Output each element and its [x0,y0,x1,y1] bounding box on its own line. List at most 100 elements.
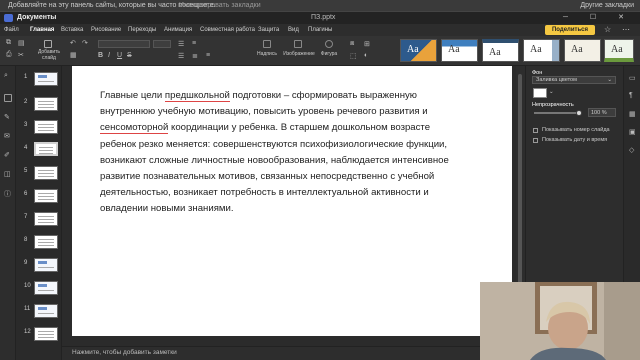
arrange-icon[interactable]: ⧈ [350,40,354,48]
theme-thumbnail[interactable]: Aa [441,39,478,62]
theme-thumbnail[interactable]: Aa [482,39,519,62]
align-shapes-icon[interactable]: ⊞ [364,40,370,48]
add-slide-label[interactable]: Добавить слайд [37,49,61,61]
spellcheck-word: предшкольной [164,90,230,102]
slide-thumbnail[interactable] [34,212,58,226]
tab-file[interactable]: Файл [4,24,19,36]
window-controls[interactable]: ─ ☐ ✕ [563,12,634,24]
group-icon[interactable]: ⬚ [350,52,357,60]
textbox-icon[interactable] [263,40,271,48]
documents-logo-icon [4,14,13,22]
undo-icon[interactable]: ↶ [70,39,76,47]
slide-thumbnail[interactable] [34,72,58,86]
slide-thumbnail-selected[interactable] [34,142,58,156]
align-right-icon[interactable]: ≡ [206,52,210,59]
bold-icon[interactable]: B [98,52,103,59]
slide-thumbnail[interactable] [34,189,58,203]
numbered-list-icon[interactable]: ≡ [192,40,196,47]
opacity-input[interactable]: 100 % [588,108,616,117]
tab-collaboration[interactable]: Совместная работа [200,24,255,36]
star-icon[interactable]: ☆ [604,24,611,36]
tab-plugins[interactable]: Плагины [308,24,332,36]
slide-number: 12 [24,329,31,335]
slide-thumbnail[interactable] [34,258,58,272]
slide[interactable]: Главные цели предшкольной подготовки – с… [72,66,512,336]
table-settings-icon[interactable]: ▦ [629,110,636,118]
paste-icon[interactable]: ▤ [18,39,25,47]
strikethrough-icon[interactable]: S [127,52,132,59]
chevron-down-icon[interactable]: ⌄ [549,89,554,95]
slide-number: 8 [24,237,28,243]
textbox-label[interactable]: Надпись [255,51,279,57]
bullet-list-icon[interactable]: ☰ [178,40,184,48]
more-icon[interactable]: ⋯ [622,24,630,36]
image-settings-icon[interactable]: ▣ [629,128,636,136]
image-icon[interactable] [294,40,302,48]
slide-thumbnail[interactable] [34,166,58,180]
theme-thumbnail[interactable]: Aa [523,39,560,62]
font-family-select[interactable] [98,40,150,48]
other-bookmarks-link[interactable]: Другие закладки [580,0,634,12]
show-date-time-checkbox[interactable] [533,138,538,143]
app-name[interactable]: Документы [17,12,56,24]
theme-thumbnail[interactable]: Aa [564,39,601,62]
slide-thumbnail[interactable] [34,304,58,318]
print-icon[interactable]: ⎙ [6,51,12,59]
show-slide-number-checkbox[interactable] [533,128,538,133]
align-center-icon[interactable]: ≣ [192,52,198,60]
presenter-video-icon [480,282,640,360]
share-label: Поделиться [551,27,588,33]
theme-thumbnail[interactable]: Aa [400,39,437,62]
opacity-label: Непрозрачность [532,102,574,108]
slide-thumbnail[interactable] [34,327,58,341]
comments-icon[interactable]: ✎ [4,113,10,121]
slide-thumbnail[interactable] [34,120,58,134]
slide-thumbnail[interactable] [34,97,58,111]
slide-settings-icon[interactable]: ▭ [629,74,636,82]
slide-thumbnail[interactable] [34,235,58,249]
slides-panel-icon[interactable] [4,94,12,102]
shape-label[interactable]: Фигура [317,51,341,57]
align-left-icon[interactable]: ☰ [178,52,184,60]
fill-type-value: Заливка цветом [536,77,577,83]
scrollbar-thumb[interactable] [518,74,522,284]
tab-transitions[interactable]: Переходы [128,24,156,36]
show-slide-number-label: Показывать номер слайда [542,127,610,133]
text-settings-icon[interactable]: ¶ [629,92,633,99]
copy-icon[interactable]: ⧉ [6,39,11,47]
fill-type-select[interactable]: Заливка цветом ⌄ [532,76,616,84]
import-bookmarks-link[interactable]: Импортировать закладки [179,0,261,12]
theme-thumbnail[interactable]: Aa [604,39,634,62]
tab-animation[interactable]: Анимация [164,24,192,36]
eraser-icon[interactable]: ◫ [4,170,11,178]
tab-draw[interactable]: Рисование [91,24,121,36]
color-scheme-icon[interactable]: ◐ [364,52,368,59]
chat-icon[interactable]: ✉ [4,132,10,140]
add-slide-icon[interactable] [44,40,52,48]
share-button[interactable]: Поделиться [545,25,595,35]
info-icon[interactable]: ⓘ [4,189,11,199]
slide-number: 11 [24,306,31,312]
cut-icon[interactable]: ✂ [18,51,24,59]
shape-settings-icon[interactable]: ◇ [629,146,634,154]
slide-thumbnail[interactable] [34,281,58,295]
draw-tools-icon[interactable]: ✐ [4,151,10,159]
image-label[interactable]: Изображение [281,51,317,57]
slide-number: 9 [24,260,28,266]
tab-insert[interactable]: Вставка [61,24,83,36]
italic-icon[interactable]: I [108,52,110,59]
search-icon[interactable]: ⌕ [4,72,8,80]
background-color-swatch[interactable] [533,88,547,98]
opacity-slider[interactable] [534,110,582,116]
tab-protection[interactable]: Защита [258,24,279,36]
redo-icon[interactable]: ↷ [82,39,88,47]
underline-icon[interactable]: U [117,52,122,59]
slide-body-text[interactable]: Главные цели предшкольной подготовки – с… [100,88,460,218]
opacity-slider-knob[interactable] [576,110,582,116]
notes-area[interactable]: Нажмите, чтобы добавить заметки [62,346,516,360]
shape-icon[interactable] [325,40,333,48]
layout-icon[interactable]: ▦ [70,51,77,59]
tab-view[interactable]: Вид [288,24,299,36]
theme-sample: Aa [571,44,583,55]
font-size-select[interactable] [153,40,171,48]
